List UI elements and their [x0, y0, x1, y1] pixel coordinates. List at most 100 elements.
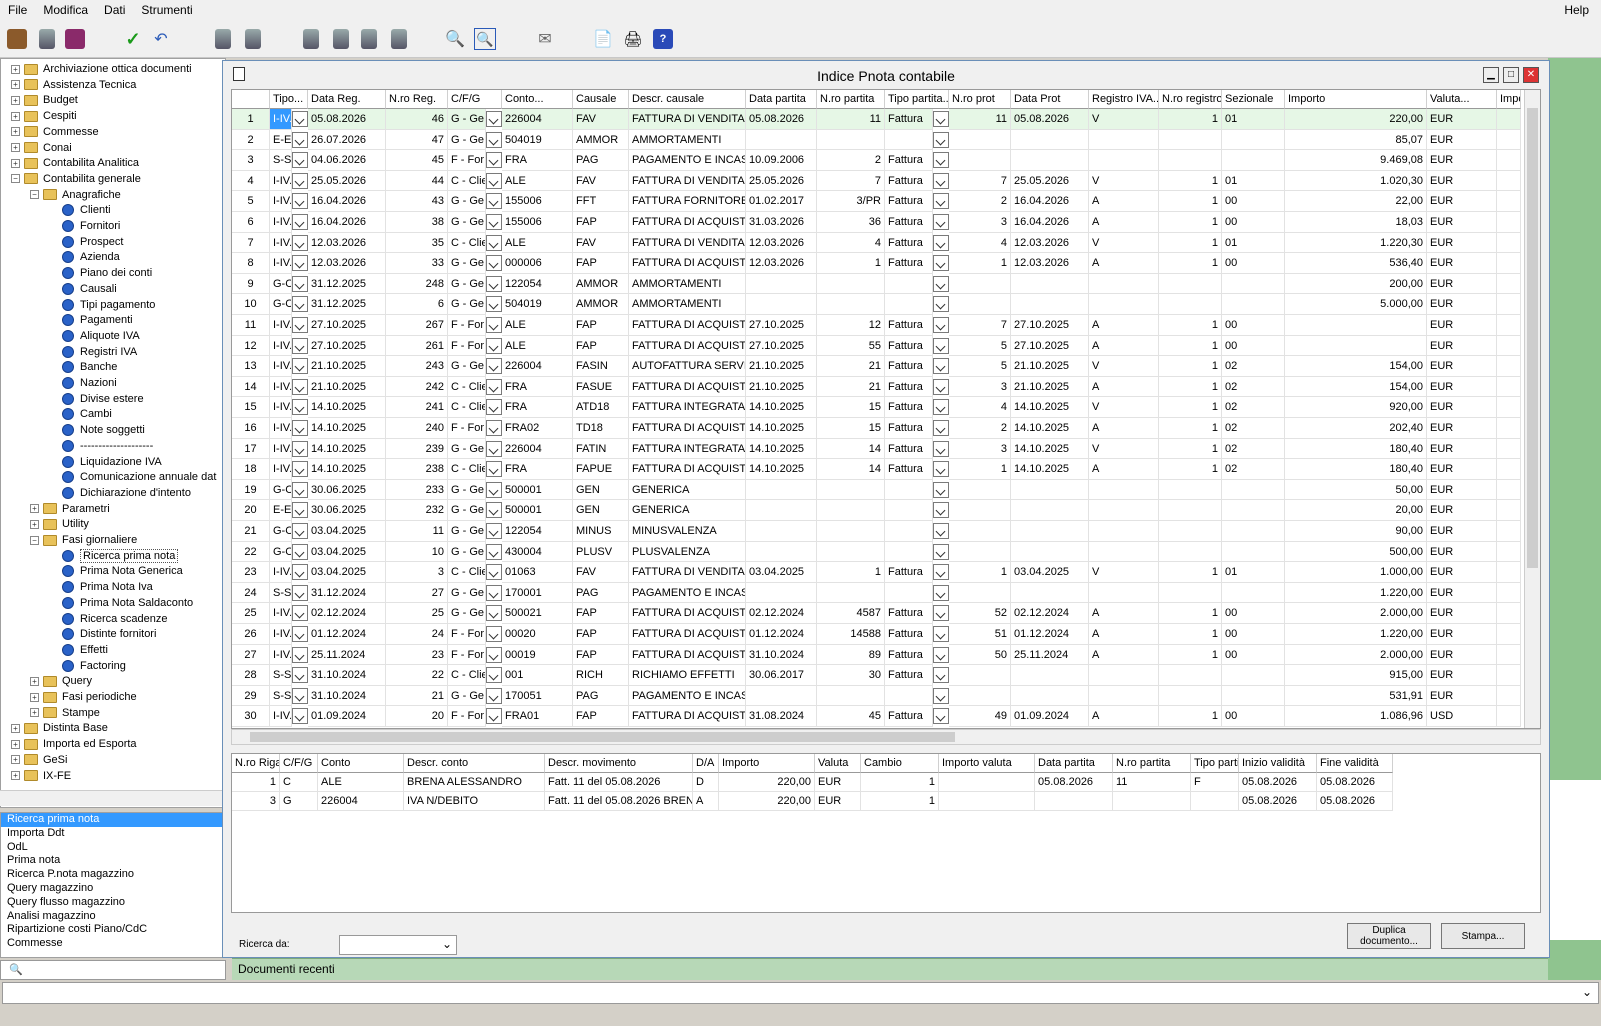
- expand-icon[interactable]: +: [30, 504, 39, 514]
- table-cell[interactable]: 122054: [502, 521, 573, 542]
- dropdown-button[interactable]: [933, 440, 949, 457]
- table-cell[interactable]: 14.10.2025: [308, 418, 386, 439]
- table-cell[interactable]: EUR: [1427, 150, 1497, 171]
- table-cell[interactable]: 31.12.2025: [308, 273, 386, 295]
- table-cell[interactable]: 1: [1159, 562, 1222, 583]
- table-cell[interactable]: 1: [1159, 624, 1222, 645]
- table-cell[interactable]: V: [1089, 356, 1159, 377]
- table-cell[interactable]: 27.10.2025: [1011, 335, 1089, 357]
- table-cell[interactable]: 14.10.2025: [746, 438, 817, 460]
- table-cell[interactable]: 01: [1222, 109, 1285, 130]
- table-cell[interactable]: I-IV.: [270, 397, 292, 418]
- table-cell[interactable]: FFT: [573, 191, 629, 212]
- table-cell[interactable]: PAG: [573, 150, 629, 171]
- table-cell[interactable]: [1089, 521, 1159, 542]
- table-cell[interactable]: I-IV.: [270, 438, 292, 460]
- table-cell[interactable]: A: [1089, 644, 1159, 666]
- row-number[interactable]: 27: [232, 644, 270, 666]
- table-cell[interactable]: 2: [949, 191, 1011, 212]
- table-cell[interactable]: 21.10.2025: [746, 376, 817, 398]
- table-cell[interactable]: A: [1089, 418, 1159, 439]
- table-cell[interactable]: Fattura: [885, 191, 933, 212]
- table-cell[interactable]: A: [1089, 191, 1159, 212]
- table-cell[interactable]: [1089, 273, 1159, 295]
- table-cell[interactable]: 00: [1222, 624, 1285, 645]
- table-cell[interactable]: [949, 541, 1011, 563]
- table-cell[interactable]: 24: [386, 624, 448, 645]
- table-cell[interactable]: S-S: [270, 685, 292, 707]
- table-cell[interactable]: 27.10.2025: [1011, 315, 1089, 336]
- table-cell[interactable]: 02: [1222, 356, 1285, 377]
- tree-item[interactable]: + Query: [30, 673, 92, 689]
- table-cell[interactable]: [1285, 335, 1427, 357]
- table-cell[interactable]: F - For: [448, 706, 486, 727]
- tree-item[interactable]: Prospect: [49, 234, 123, 250]
- table-cell[interactable]: 1: [1159, 418, 1222, 439]
- dropdown-button[interactable]: [486, 502, 502, 519]
- table-cell[interactable]: [1159, 500, 1222, 521]
- table-cell[interactable]: [746, 541, 817, 563]
- table-cell[interactable]: 1: [1159, 438, 1222, 460]
- table-cell[interactable]: 00: [1222, 644, 1285, 666]
- table-cell[interactable]: GEN: [573, 500, 629, 521]
- table-cell[interactable]: [1159, 685, 1222, 707]
- table-cell[interactable]: [1011, 479, 1089, 501]
- tree-item[interactable]: Nazioni: [49, 375, 117, 391]
- table-cell[interactable]: PLUSVALENZA: [629, 541, 746, 563]
- table-cell[interactable]: 00: [1222, 315, 1285, 336]
- tree-item[interactable]: Ricerca scadenze: [49, 611, 167, 627]
- table-cell[interactable]: S-S: [270, 665, 292, 686]
- table-cell[interactable]: Fattura: [885, 665, 933, 686]
- dropdown-button[interactable]: [486, 461, 502, 478]
- table-cell[interactable]: 27.10.2025: [308, 315, 386, 336]
- table-cell[interactable]: 12.03.2026: [746, 253, 817, 274]
- table-cell[interactable]: FATTURA DI ACQUISTO: [629, 253, 746, 274]
- table-cell[interactable]: 1.000,00: [1285, 562, 1427, 583]
- table-cell[interactable]: I-IV.: [270, 603, 292, 624]
- table-cell[interactable]: 000006: [502, 253, 573, 274]
- table-cell[interactable]: [1011, 150, 1089, 171]
- table-cell[interactable]: 504019: [502, 129, 573, 151]
- table-cell[interactable]: [746, 521, 817, 542]
- grid-vertical-scrollbar[interactable]: [1524, 90, 1540, 728]
- row-number[interactable]: 1: [232, 109, 270, 130]
- table-cell[interactable]: 43: [386, 191, 448, 212]
- dropdown-button[interactable]: [292, 214, 308, 230]
- table-cell[interactable]: 14.10.2025: [1011, 397, 1089, 418]
- dropdown-button[interactable]: [933, 296, 949, 313]
- table-cell[interactable]: C - Clie: [448, 397, 486, 418]
- table-cell[interactable]: 202,40: [1285, 418, 1427, 439]
- table-cell[interactable]: G - Ge: [448, 582, 486, 604]
- detail-cell[interactable]: Fatt. 11 del 05.08.2026 BRENA: [545, 792, 693, 811]
- row-number[interactable]: 17: [232, 438, 270, 460]
- table-cell[interactable]: [1222, 129, 1285, 151]
- table-cell[interactable]: 01: [1222, 562, 1285, 583]
- dropdown-button[interactable]: [933, 667, 949, 684]
- detail-column-header[interactable]: N.ro partita: [1113, 754, 1191, 773]
- table-cell[interactable]: 12.03.2026: [308, 253, 386, 274]
- table-cell[interactable]: G - Ge: [448, 685, 486, 707]
- dropdown-button[interactable]: [292, 626, 308, 642]
- table-cell[interactable]: [746, 294, 817, 315]
- tree-item[interactable]: + Utility: [30, 516, 89, 532]
- table-cell[interactable]: AMMORTAMENTI: [629, 129, 746, 151]
- dropdown-button[interactable]: [933, 275, 949, 292]
- tree-item[interactable]: Piano dei conti: [49, 265, 152, 281]
- table-cell[interactable]: 22: [386, 665, 448, 686]
- detail-cell[interactable]: 1: [232, 773, 280, 792]
- table-cell[interactable]: C - Clie: [448, 665, 486, 686]
- table-cell[interactable]: 21: [817, 376, 885, 398]
- dropdown-button[interactable]: [486, 564, 502, 581]
- row-number[interactable]: 13: [232, 356, 270, 377]
- table-cell[interactable]: 10.09.2006: [746, 150, 817, 171]
- save-icon[interactable]: [64, 28, 86, 50]
- table-cell[interactable]: 12.03.2026: [1011, 253, 1089, 274]
- table-cell[interactable]: G-C: [270, 294, 292, 315]
- table-cell[interactable]: 1: [1159, 459, 1222, 480]
- table-cell[interactable]: ALE: [502, 170, 573, 192]
- table-cell[interactable]: PAG: [573, 582, 629, 604]
- recent-function-item[interactable]: Prima nota: [1, 854, 225, 868]
- table-cell[interactable]: [1011, 521, 1089, 542]
- table-cell[interactable]: F - For: [448, 624, 486, 645]
- table-cell[interactable]: 11: [949, 109, 1011, 130]
